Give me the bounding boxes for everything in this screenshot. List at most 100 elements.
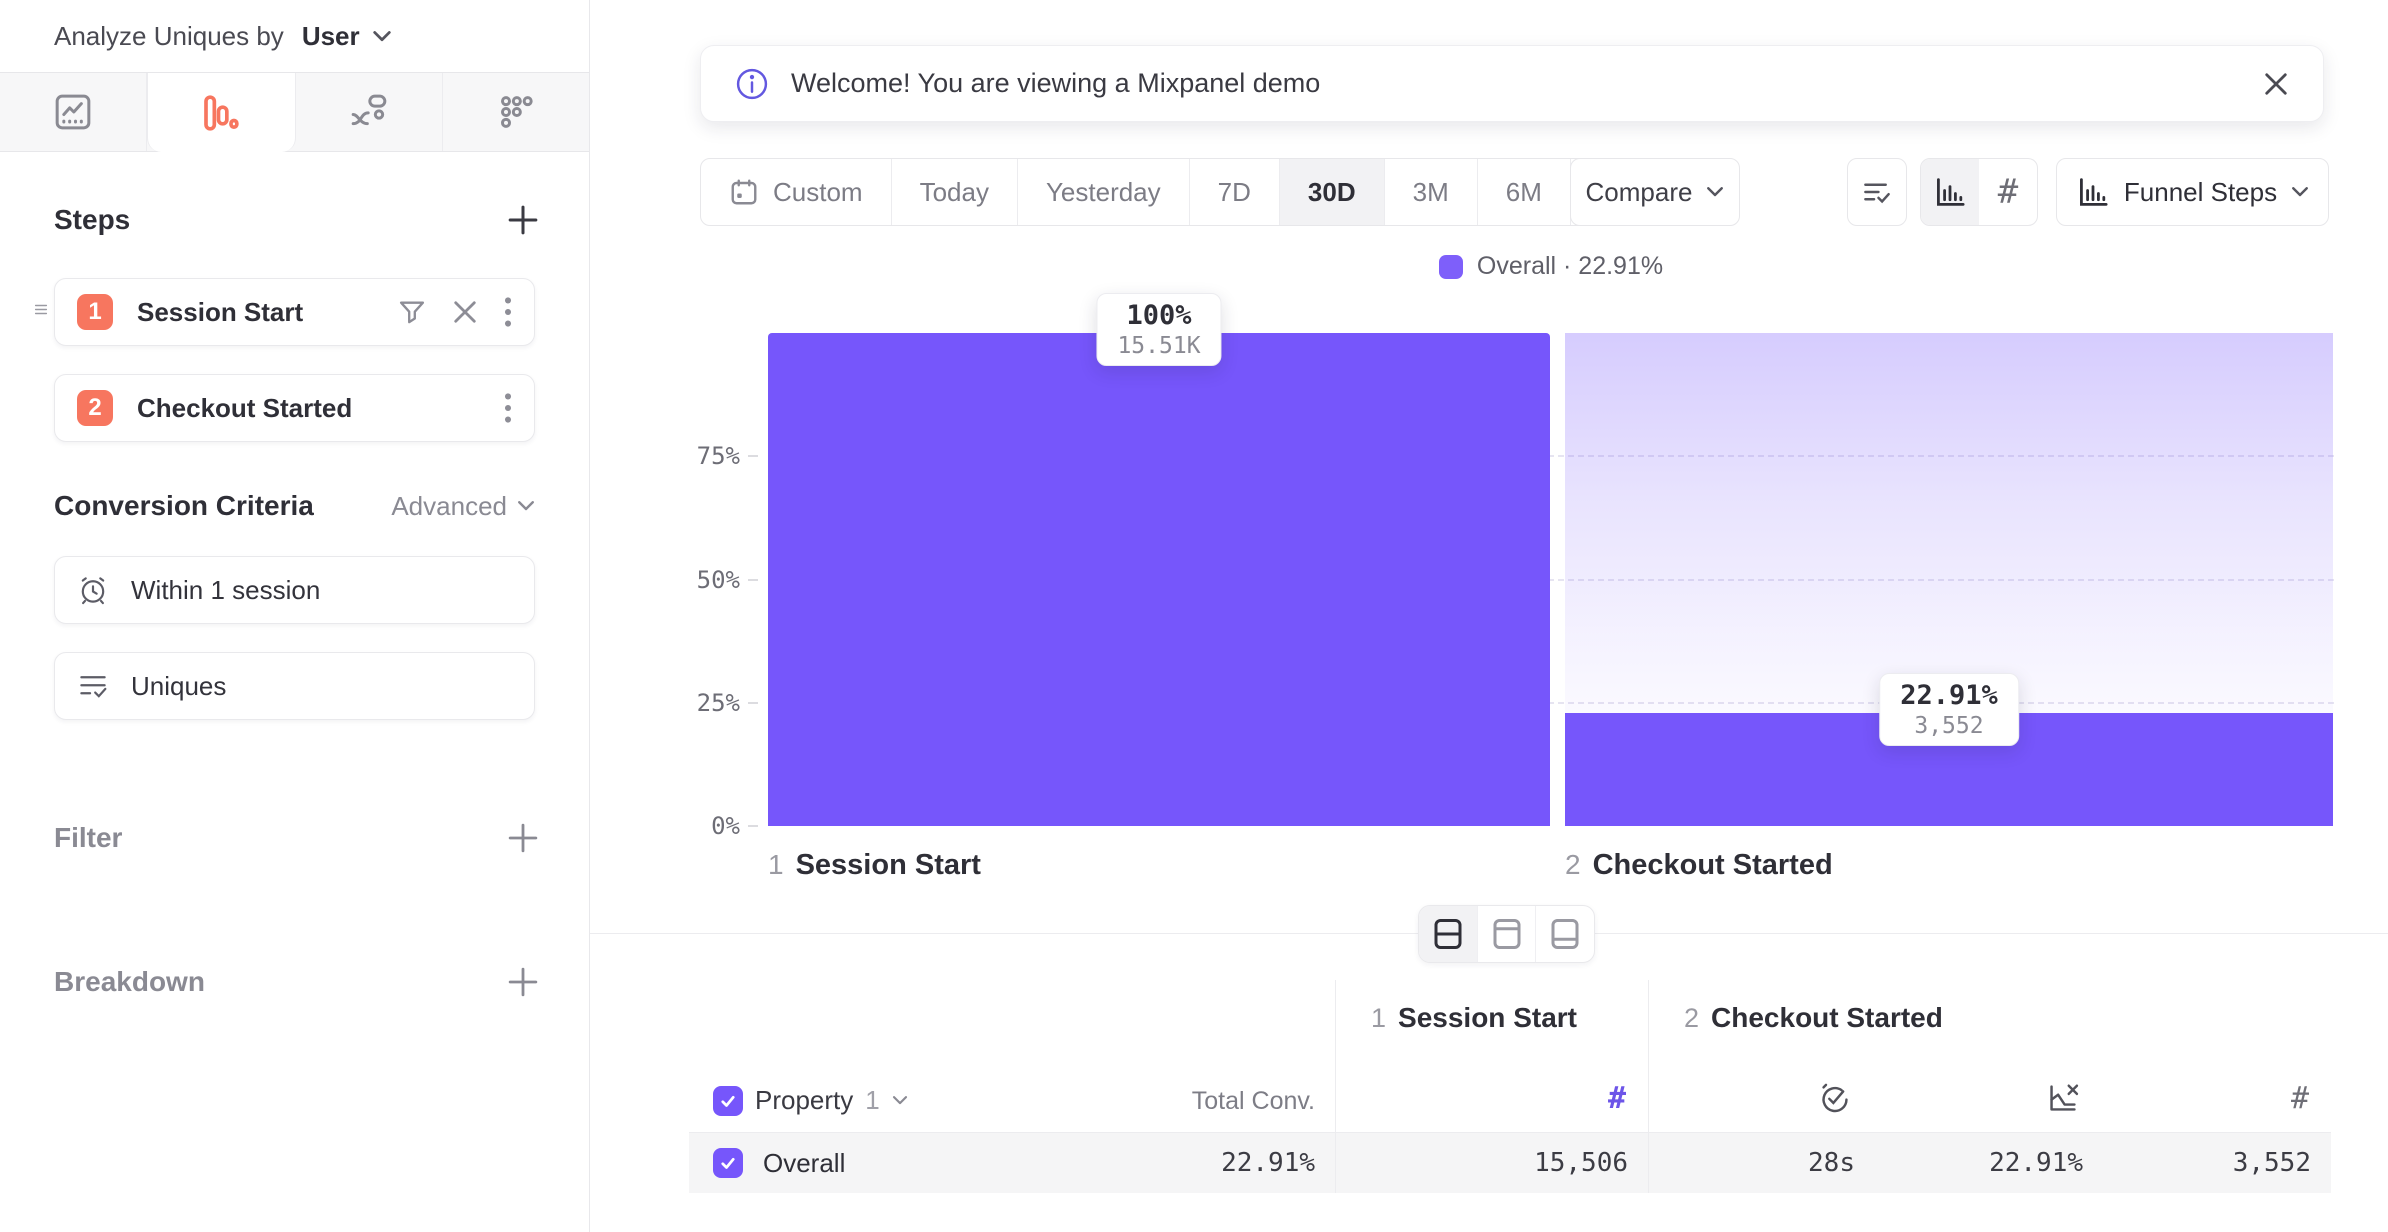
conversion-criteria-title: Conversion Criteria — [54, 490, 314, 522]
percent-view-segment[interactable] — [1921, 159, 1979, 225]
chart-view-icon — [1490, 916, 1524, 952]
date-range-3m[interactable]: 3M — [1385, 159, 1478, 225]
funnel-dropoff-gradient-step2 — [1565, 333, 2333, 713]
funnel-bar-step1[interactable] — [768, 333, 1550, 826]
advanced-dropdown[interactable]: Advanced — [391, 491, 535, 522]
y-axis-tickmark — [748, 455, 758, 457]
step1-count-header: # — [1335, 1050, 1648, 1133]
banner-close-icon[interactable] — [2263, 71, 2289, 97]
step-filter-icon[interactable] — [398, 298, 426, 326]
step-remove-icon[interactable] — [452, 299, 478, 325]
conversion-rate-icon — [2045, 1080, 2081, 1116]
y-axis-tickmark — [748, 825, 758, 827]
count-icon: # — [1608, 1081, 1626, 1116]
bar-value-tooltip: 100% 15.51K — [1096, 293, 1221, 366]
tab-insights[interactable] — [0, 73, 147, 151]
date-range-label: Today — [920, 177, 989, 208]
calendar-icon — [729, 177, 759, 207]
step2-conv-rate-value: 22.91% — [1989, 1148, 2103, 1178]
value-display-toggle: # — [1920, 158, 2038, 226]
chevron-down-icon — [1706, 186, 1724, 198]
date-range-custom[interactable]: Custom — [701, 159, 892, 225]
breakdown-title: Breakdown — [54, 966, 205, 998]
table-row-property-cell: Overall 22.91% — [689, 1133, 1335, 1193]
tab-retention[interactable] — [443, 73, 589, 151]
date-range-yesterday[interactable]: Yesterday — [1018, 159, 1190, 225]
step-event-name[interactable]: Checkout Started — [137, 393, 352, 424]
funnel-steps-dropdown[interactable]: Funnel Steps — [2056, 158, 2329, 226]
date-range-label: 6M — [1506, 177, 1542, 208]
row-checkbox[interactable] — [713, 1148, 743, 1178]
tab-flows[interactable] — [296, 73, 443, 151]
drag-handle-icon[interactable] — [33, 303, 49, 322]
add-step-button[interactable] — [501, 198, 545, 242]
step-number-badge: 2 — [77, 390, 113, 426]
check-icon — [719, 1092, 737, 1110]
table-view-icon — [1548, 916, 1582, 952]
step-event-name[interactable]: Session Start — [137, 297, 303, 328]
step-more-icon[interactable] — [504, 392, 512, 424]
compare-label: Compare — [1586, 177, 1693, 208]
legend-entry: Overall · 22.91% — [1477, 252, 1663, 281]
counting-toggle-button[interactable] — [1847, 158, 1907, 226]
funnel-chart-icon — [2076, 175, 2110, 209]
chart-toolbar: Custom Today Yesterday 7D 30D 3M 6M 12M … — [590, 158, 2388, 226]
table-view-segment[interactable] — [1536, 906, 1594, 962]
split-view-segment[interactable] — [1419, 906, 1478, 962]
insights-icon — [53, 92, 93, 132]
y-axis-tick: 0% — [630, 812, 740, 840]
date-range-label: 3M — [1413, 177, 1449, 208]
date-range-6m[interactable]: 6M — [1478, 159, 1571, 225]
y-axis-tick: 75% — [630, 442, 740, 470]
date-range-30d[interactable]: 30D — [1280, 159, 1385, 225]
chevron-down-icon[interactable] — [892, 1095, 908, 1106]
analyze-entity-dropdown[interactable]: User — [302, 21, 360, 52]
time-to-convert-icon — [1817, 1080, 1853, 1116]
y-axis-tick: 25% — [630, 689, 740, 717]
select-all-checkbox[interactable] — [713, 1086, 743, 1116]
alarm-clock-icon — [77, 574, 109, 606]
step2-avg-time-value: 28s — [1808, 1148, 1875, 1178]
breakdown-table: 1 Session Start 2 Checkout Started Prope… — [689, 980, 2331, 1193]
plus-icon — [508, 967, 538, 997]
step-name: Checkout Started — [1593, 849, 1833, 882]
conversion-window-card[interactable]: Within 1 session — [54, 556, 535, 624]
date-range-label: Yesterday — [1046, 177, 1161, 208]
step-index: 1 — [768, 849, 784, 881]
x-axis-step-label: 2 Checkout Started — [1565, 849, 1833, 882]
step2-avg-time-cell: 28s — [1648, 1133, 1875, 1193]
property-header-cell: Property 1 Total Conv. — [689, 1050, 1335, 1133]
date-range-label: Custom — [773, 177, 863, 208]
number-view-segment[interactable]: # — [1979, 159, 2037, 225]
step-more-icon[interactable] — [504, 296, 512, 328]
column-group-step2: 2 Checkout Started — [1648, 980, 2331, 1050]
split-view-icon — [1431, 916, 1465, 952]
total-conv-header: Total Conv. — [1192, 1087, 1335, 1116]
property-dropdown[interactable]: Property — [755, 1085, 853, 1116]
step2-conv-rate-header — [1875, 1050, 2103, 1133]
counting-method-card[interactable]: Uniques — [54, 652, 535, 720]
funnel-steps-label: Funnel Steps — [2124, 177, 2277, 208]
advanced-label: Advanced — [391, 491, 507, 522]
tab-funnels[interactable] — [147, 73, 295, 152]
uniques-list-check-icon — [1861, 176, 1893, 208]
bar-value-tooltip: 22.91% 3,552 — [1879, 673, 2019, 746]
add-breakdown-button[interactable] — [501, 960, 545, 1004]
count-icon: # — [2291, 1081, 2309, 1116]
date-range-selector: Custom Today Yesterday 7D 30D 3M 6M 12M — [700, 158, 1678, 226]
compare-button[interactable]: Compare — [1570, 158, 1740, 226]
date-range-today[interactable]: Today — [892, 159, 1018, 225]
flows-icon — [349, 92, 389, 132]
welcome-banner: Welcome! You are viewing a Mixpanel demo — [700, 45, 2324, 122]
chevron-down-icon — [2291, 186, 2309, 198]
chart-view-segment[interactable] — [1478, 906, 1537, 962]
layout-toggle — [1418, 905, 1595, 963]
step-card-1[interactable]: 1 Session Start — [54, 278, 535, 346]
step1-count-cell: 15,506 — [1335, 1133, 1648, 1193]
step2-avg-time-header — [1648, 1050, 1875, 1133]
tooltip-count: 15.51K — [1117, 333, 1200, 359]
step1-count-value: 15,506 — [1534, 1148, 1648, 1178]
date-range-7d[interactable]: 7D — [1190, 159, 1280, 225]
step-card-2[interactable]: 2 Checkout Started — [54, 374, 535, 442]
add-filter-button[interactable] — [501, 816, 545, 860]
